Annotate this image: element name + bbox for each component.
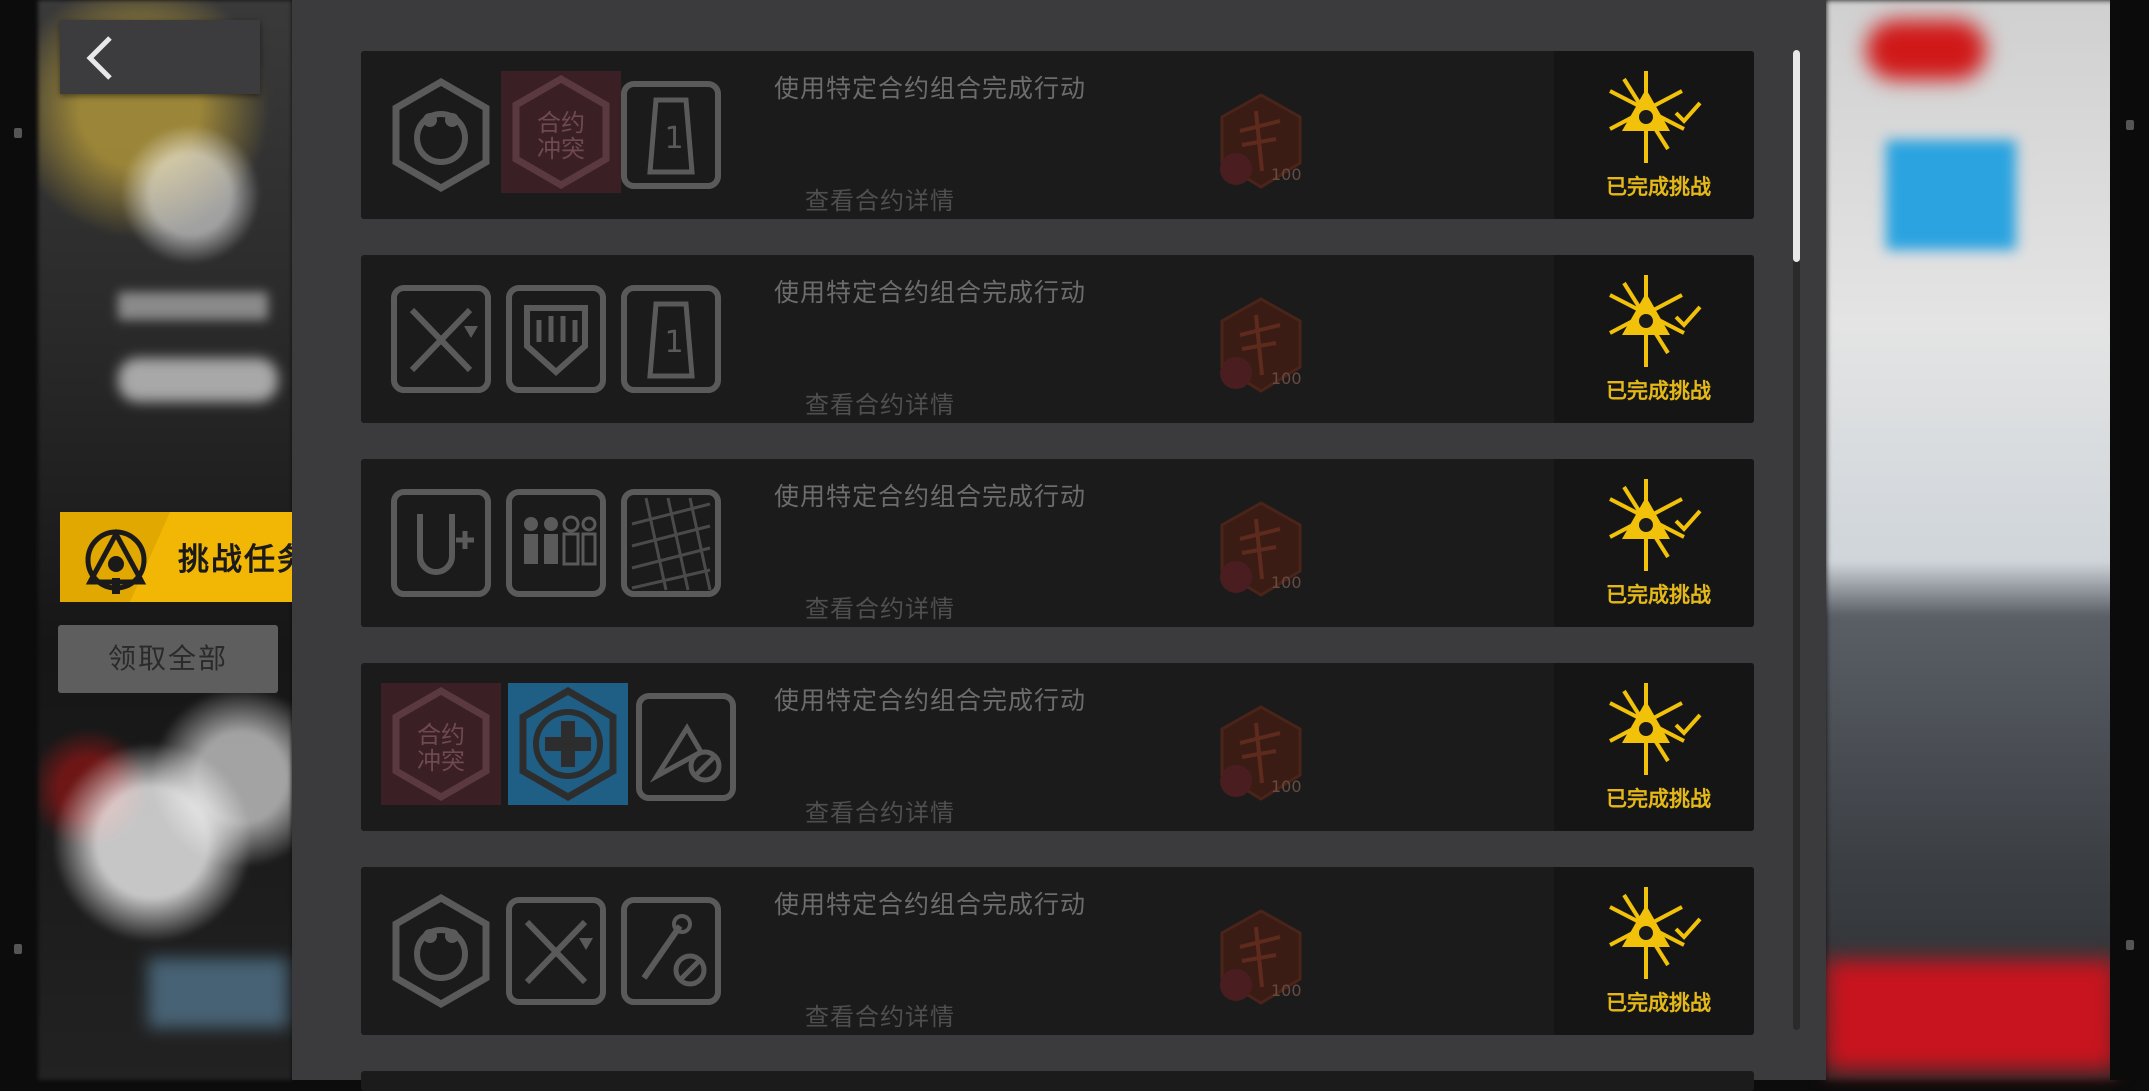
status-label: 已完成挑战 (1606, 991, 1711, 1015)
no-skill-icon[interactable] (616, 892, 726, 1010)
challenge-complete-icon (1604, 681, 1704, 777)
status-label: 已完成挑战 (1606, 379, 1711, 403)
svg-text:合约: 合约 (537, 109, 585, 137)
view-contract-details-link[interactable]: 查看合约详情 (805, 181, 955, 216)
squad-icon[interactable] (501, 484, 611, 602)
tab-label: 挑战任务 (178, 542, 310, 578)
task-title: 使用特定合约组合完成行动 (774, 482, 1087, 511)
task-row: 使用特定合约组合完成行动 查看合约详情 100 已完成挑战 (361, 867, 1754, 1035)
scrollbar-thumb[interactable] (1793, 50, 1800, 262)
view-contract-details-link[interactable]: 查看合约详情 (805, 793, 955, 828)
shield-fist-icon[interactable] (501, 280, 611, 398)
edge-dot (2126, 940, 2134, 950)
challenge-complete-icon (1604, 69, 1704, 165)
challenge-emblem-icon (85, 528, 147, 594)
contract-conflict-icon[interactable]: 合约 冲突 (501, 71, 621, 193)
no-heal-triangle-icon[interactable] (631, 688, 741, 806)
svg-text:1: 1 (664, 325, 683, 360)
tower-1-icon[interactable]: 1 (616, 76, 726, 194)
back-button[interactable] (60, 20, 260, 94)
svg-text:冲突: 冲突 (537, 135, 585, 163)
task-title: 使用特定合约组合完成行动 (774, 278, 1087, 307)
frog-mask-icon[interactable] (386, 892, 496, 1010)
chevron-left-icon (86, 36, 112, 80)
task-title: 使用特定合约组合完成行动 (774, 74, 1087, 103)
status-label: 已完成挑战 (1606, 787, 1711, 811)
reward-count: 100 (1271, 981, 1302, 1000)
task-row: 合约 冲突 1 使用特定合约组合完成行动 查看合约详情 100 已完成挑战 (361, 51, 1754, 219)
task-row: 1 使用特定合约组合完成行动 查看合约详情 100 已完成挑战 (361, 255, 1754, 423)
task-title: 使用特定合约组合完成行动 (774, 890, 1087, 919)
reward-count: 100 (1271, 165, 1302, 184)
view-contract-details-link[interactable]: 查看合约详情 (805, 385, 955, 420)
reward-count: 100 (1271, 369, 1302, 388)
status-label: 已完成挑战 (1606, 175, 1711, 199)
tower-1-icon[interactable]: 1 (616, 280, 726, 398)
reward-count: 100 (1271, 777, 1302, 796)
crossed-swords-icon[interactable] (501, 892, 611, 1010)
horseshoe-plus-icon[interactable] (386, 484, 496, 602)
challenge-complete-icon (1604, 885, 1704, 981)
svg-text:合约: 合约 (417, 721, 465, 749)
right-background (1826, 0, 2116, 1080)
edge-dot (14, 944, 22, 954)
status-label: 已完成挑战 (1606, 583, 1711, 607)
frog-mask-icon[interactable] (386, 76, 496, 194)
task-title: 使用特定合约组合完成行动 (774, 686, 1087, 715)
task-row: 使用特定合约组合完成行动 查看合约详情 100 已完成挑战 (361, 459, 1754, 627)
task-row (361, 1071, 1754, 1091)
challenge-complete-icon (1604, 273, 1704, 369)
contract-conflict-icon[interactable]: 合约 冲突 (381, 683, 501, 805)
medical-cross-icon[interactable] (508, 683, 628, 805)
edge-dot (14, 128, 22, 138)
view-contract-details-link[interactable]: 查看合约详情 (805, 997, 955, 1032)
svg-text:冲突: 冲突 (417, 747, 465, 775)
grid-icon[interactable] (616, 484, 726, 602)
challenge-complete-icon (1604, 477, 1704, 573)
edge-dot (2126, 120, 2134, 130)
reward-count: 100 (1271, 573, 1302, 592)
claim-all-button[interactable]: 领取全部 (58, 625, 278, 693)
view-contract-details-link[interactable]: 查看合约详情 (805, 589, 955, 624)
svg-text:1: 1 (664, 121, 683, 156)
crossed-swords-icon[interactable] (386, 280, 496, 398)
right-edge (2110, 0, 2149, 1080)
task-row: 合约 冲突 使用特定合约组合完成行动 查看合约详情 100 已完成挑战 (361, 663, 1754, 831)
